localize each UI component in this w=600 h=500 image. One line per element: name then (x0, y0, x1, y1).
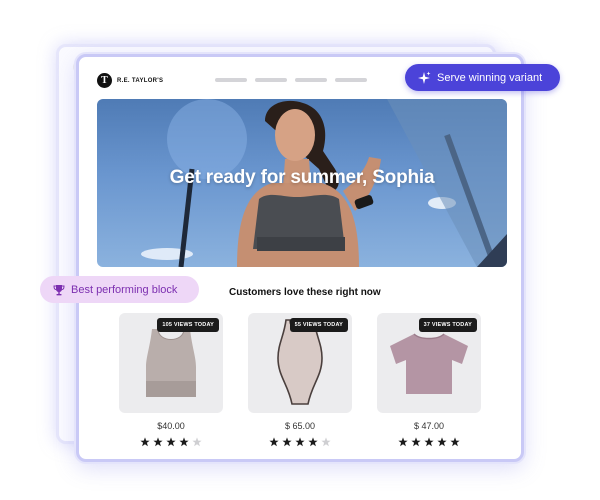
sports-bra-icon (146, 328, 196, 397)
nav-menu (215, 78, 367, 82)
product-price: $40.00 (157, 421, 185, 431)
t-shirt-icon (390, 333, 468, 394)
rating-stars (119, 437, 223, 447)
star-filled-icon (308, 437, 318, 447)
star-filled-icon (398, 437, 408, 447)
brand-name: R.E. TAYLOR'S (117, 77, 164, 84)
views-badge: 105 VIEWS TODAY (157, 318, 219, 332)
product-image[interactable]: 105 VIEWS TODAY (119, 313, 223, 413)
best-performing-block-label: Best performing block (71, 283, 178, 296)
product-image[interactable]: 37 VIEWS TODAY (377, 313, 481, 413)
star-empty-icon (321, 437, 331, 447)
star-filled-icon (140, 437, 150, 447)
product-card[interactable]: 105 VIEWS TODAY $40.00 (119, 313, 223, 447)
star-filled-icon (153, 437, 163, 447)
rating-stars (377, 437, 481, 447)
star-filled-icon (411, 437, 421, 447)
star-filled-icon (450, 437, 460, 447)
views-badge: 55 VIEWS TODAY (289, 318, 348, 332)
hero-headline: Get ready for summer, Sophia (169, 167, 435, 188)
section-title: Customers love these right now (229, 287, 381, 298)
logo-mark-icon: T (97, 73, 112, 88)
views-badge: 37 VIEWS TODAY (418, 318, 477, 332)
trophy-icon (53, 284, 65, 295)
product-card[interactable]: 37 VIEWS TODAY $ 47.00 (377, 313, 481, 447)
nav-item-placeholder[interactable] (255, 78, 287, 82)
hero-banner[interactable]: Get ready for summer, Sophia (97, 99, 507, 267)
best-performing-block-badge[interactable]: Best performing block (40, 276, 199, 303)
brand-logo[interactable]: T R.E. TAYLOR'S (97, 73, 163, 88)
star-filled-icon (282, 437, 292, 447)
product-card[interactable]: 55 VIEWS TODAY $ 65.00 (248, 313, 352, 447)
star-filled-icon (269, 437, 279, 447)
product-price: $ 65.00 (284, 421, 316, 431)
product-price: $ 47.00 (413, 421, 445, 431)
product-image[interactable]: 55 VIEWS TODAY (248, 313, 352, 413)
star-empty-icon (192, 437, 202, 447)
nav-item-placeholder[interactable] (335, 78, 367, 82)
storefront-preview-window: T R.E. TAYLOR'S Get ready for summer, So… (76, 54, 524, 462)
star-filled-icon (166, 437, 176, 447)
star-filled-icon (295, 437, 305, 447)
rating-stars (248, 437, 352, 447)
serve-winning-variant-button[interactable]: Serve winning variant (405, 64, 560, 91)
star-filled-icon (424, 437, 434, 447)
serve-winning-variant-label: Serve winning variant (437, 71, 543, 84)
star-filled-icon (437, 437, 447, 447)
nav-item-placeholder[interactable] (215, 78, 247, 82)
nav-item-placeholder[interactable] (295, 78, 327, 82)
sparkle-icon (418, 71, 431, 84)
star-filled-icon (179, 437, 189, 447)
